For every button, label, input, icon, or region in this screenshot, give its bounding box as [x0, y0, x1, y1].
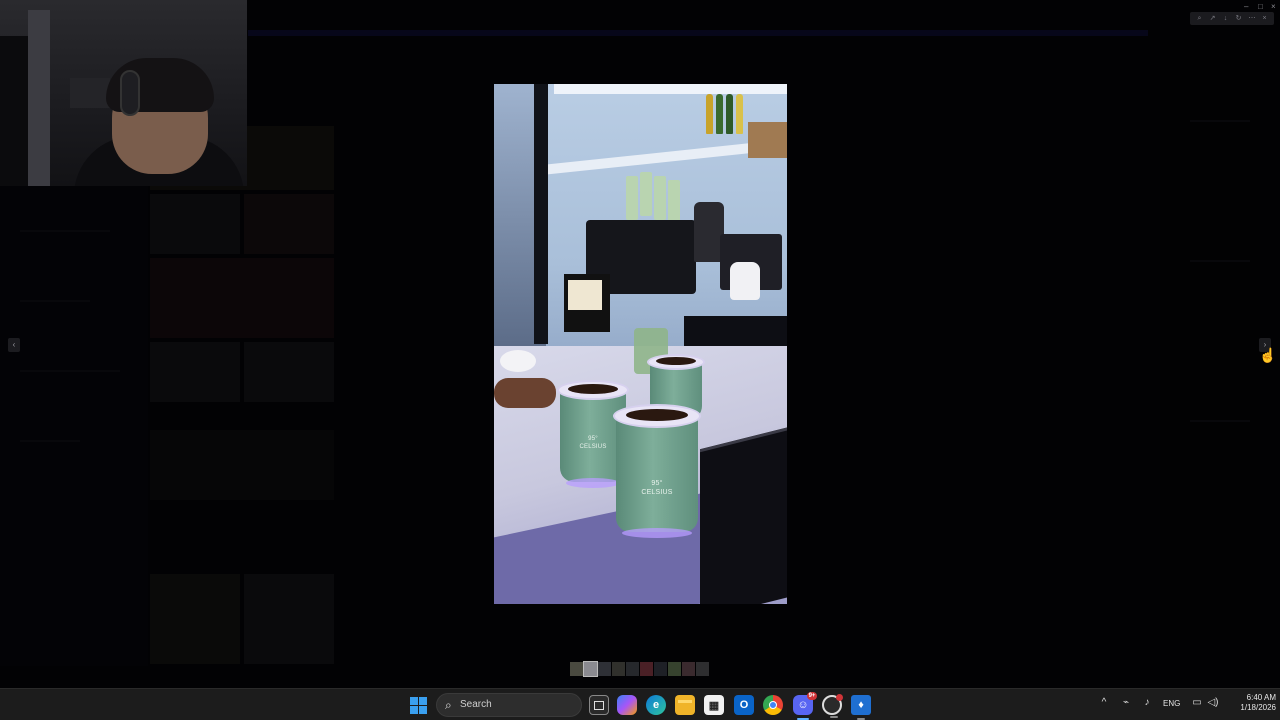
photo-cup-coffee — [568, 384, 618, 394]
clock-date: 1/18/2026 — [1240, 703, 1276, 712]
task-view-icon[interactable] — [589, 695, 609, 715]
photo-shelf — [554, 84, 787, 94]
minimize-icon[interactable]: – — [1244, 2, 1248, 11]
file-explorer-icon[interactable] — [675, 695, 695, 715]
rotate-icon[interactable]: ↻ — [1236, 15, 1242, 22]
viewer-photo: 95° CELSIUS 95° CELSIUS — [494, 84, 787, 604]
outlook-icon[interactable]: O — [734, 695, 754, 715]
app-icon[interactable] — [822, 694, 843, 718]
photo-straws — [568, 280, 602, 310]
download-icon[interactable]: ↓ — [1223, 15, 1229, 22]
background-tile — [150, 194, 240, 254]
background-text-line — [20, 370, 120, 372]
taskbar: ⌕ Search e ▦ O ☺ 9+ ♦ — [0, 688, 1280, 720]
photo-black-box — [700, 426, 787, 604]
background-text-line — [20, 230, 110, 232]
photo-cup-temp: 95° — [651, 480, 663, 487]
open-app-indicator — [830, 716, 838, 718]
photo-cup: 95° CELSIUS — [613, 404, 701, 538]
taskbar-search-label: Search — [460, 699, 492, 710]
background-header-bar — [248, 30, 1148, 36]
background-tile — [244, 342, 334, 402]
background-text-line — [20, 300, 90, 302]
background-media-grid — [150, 126, 334, 666]
network-icon[interactable]: ⌁ — [1119, 697, 1133, 708]
thumbnail[interactable] — [570, 662, 583, 676]
background-tile — [244, 194, 334, 254]
background-text-line — [1190, 120, 1250, 122]
webcam-door-frame — [28, 10, 50, 186]
background-tile — [244, 574, 334, 664]
security-shield-icon[interactable]: ♦ — [851, 695, 871, 720]
photo-cup-logo: CELSIUS — [641, 489, 673, 496]
edge-browser-icon[interactable]: e — [646, 695, 666, 715]
thumbnail[interactable] — [654, 662, 667, 676]
previous-image-button[interactable]: ‹ — [8, 338, 20, 352]
thumbnail[interactable] — [696, 662, 709, 676]
display-icon[interactable]: ▭ — [1190, 697, 1204, 708]
photo-pillar — [534, 84, 548, 344]
photo-cup-stack — [654, 176, 666, 220]
photo-cardboard-box — [748, 122, 787, 158]
viewer-toolbar: ⌕ ↗ ↓ ↻ ⋯ × — [1190, 12, 1274, 25]
windows-start-icon[interactable] — [410, 697, 427, 714]
chrome-icon[interactable] — [763, 695, 783, 715]
share-icon[interactable]: ↗ — [1210, 15, 1216, 22]
thumbnail-strip — [570, 661, 709, 677]
photo-cup-stack — [668, 180, 680, 224]
background-tile — [150, 430, 334, 500]
thumbnail[interactable] — [626, 662, 639, 676]
maximize-icon[interactable]: □ — [1258, 2, 1263, 11]
webcam-shelf — [70, 78, 110, 108]
thumbnail[interactable] — [598, 662, 611, 676]
background-sidebar — [0, 186, 148, 666]
webcam-headphones — [120, 70, 140, 116]
system-clock[interactable]: 6:40 AM 1/18/2026 — [1228, 693, 1276, 713]
photo-cup-stack — [640, 172, 652, 216]
zoom-icon[interactable]: ⌕ — [1197, 15, 1203, 22]
clock-time: 6:40 AM — [1246, 693, 1276, 702]
photo-cup-glow — [622, 528, 692, 538]
webcam-door — [0, 36, 28, 186]
photo-bottle — [736, 94, 743, 134]
thumbnail-active[interactable] — [583, 661, 598, 677]
discord-icon[interactable]: ☺ 9+ — [793, 692, 817, 720]
volume-icon[interactable]: ◁) — [1206, 697, 1220, 708]
photo-hand — [494, 378, 556, 408]
photo-cup-coffee — [656, 357, 696, 365]
photo-cup-stack — [626, 176, 638, 220]
photo-small-cup — [500, 350, 536, 372]
background-text-line — [20, 440, 80, 442]
thumbnail[interactable] — [682, 662, 695, 676]
copilot-icon[interactable] — [617, 695, 637, 715]
microsoft-store-icon[interactable]: ▦ — [704, 695, 724, 715]
photo-bottle — [706, 94, 713, 134]
thumbnail[interactable] — [612, 662, 625, 676]
close-window-icon[interactable]: × — [1271, 2, 1276, 11]
microphone-icon[interactable]: ♪ — [1140, 697, 1154, 708]
photo-cup-glow — [566, 478, 620, 488]
thumbnail[interactable] — [668, 662, 681, 676]
background-text-line — [1190, 260, 1250, 262]
show-hidden-icons-chevron-icon[interactable]: ^ — [1097, 697, 1111, 708]
close-icon[interactable]: × — [1262, 15, 1268, 22]
thumbnail[interactable] — [640, 662, 653, 676]
input-language-indicator[interactable]: ENG — [1163, 699, 1180, 708]
photo-cup-coffee — [626, 409, 688, 421]
background-tile — [150, 574, 240, 664]
photo-milk-jug — [730, 262, 760, 300]
search-icon: ⌕ — [445, 698, 452, 712]
photo-bottle — [716, 94, 723, 134]
photo-bottle — [726, 94, 733, 134]
background-text-line — [1190, 420, 1250, 422]
background-tile — [150, 258, 334, 338]
webcam-overlay — [0, 0, 247, 186]
mouse-cursor-hand-icon: ☝ — [1259, 347, 1277, 363]
background-right-panel — [1160, 40, 1260, 640]
discord-notification-badge: 9+ — [807, 692, 817, 700]
taskbar-search-box[interactable]: ⌕ Search — [436, 693, 582, 717]
background-tile — [150, 342, 240, 402]
more-icon[interactable]: ⋯ — [1249, 15, 1256, 22]
